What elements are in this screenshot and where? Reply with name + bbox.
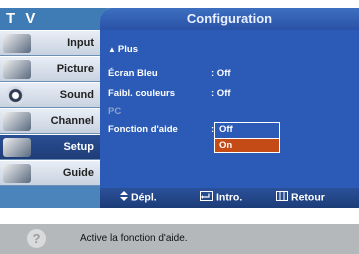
enter-icon: [200, 191, 213, 204]
picture-icon: [3, 60, 31, 79]
sidebar-item-label: Channel: [50, 115, 94, 127]
hint-return-label: Retour: [291, 191, 325, 204]
setting-label: Faibl. couleurs: [108, 88, 176, 99]
hint-move: Dépl.: [120, 191, 157, 204]
setting-label: Écran Bleu: [108, 68, 158, 79]
setup-icon: [3, 138, 31, 157]
tab-configuration[interactable]: Configuration: [100, 8, 359, 30]
setting-fonction-aide[interactable]: Fonction d'aide :: [108, 124, 214, 138]
input-icon: [3, 34, 31, 53]
sidebar-item-label: Picture: [56, 63, 94, 75]
sidebar-item-channel[interactable]: Channel: [0, 108, 100, 134]
hint-enter: Intro.: [200, 191, 242, 204]
setting-label: PC: [108, 106, 122, 117]
up-down-arrow-icon: [120, 191, 128, 204]
dropdown-option-on[interactable]: On: [215, 138, 279, 152]
channel-icon: [3, 112, 31, 131]
sidebar-item-picture[interactable]: Picture: [0, 56, 100, 82]
menu-icon: [276, 191, 288, 204]
help-question-icon: ?: [27, 229, 46, 248]
setting-ecran-bleu[interactable]: Écran Bleu : Off: [108, 68, 231, 82]
hint-enter-label: Intro.: [216, 191, 243, 204]
arrow-up-icon: ▲: [108, 45, 116, 54]
sidebar: Input Picture Sound Channel Setup Guide: [0, 30, 100, 208]
help-function-dropdown[interactable]: Off On: [214, 122, 280, 153]
sidebar-item-input[interactable]: Input: [0, 30, 100, 56]
setting-label: Plus: [117, 44, 138, 55]
setting-value: : Off: [211, 88, 231, 99]
hint-return: Retour: [276, 191, 325, 204]
sidebar-item-label: Guide: [62, 167, 94, 179]
footer-hints: Dépl. Intro. Retour: [100, 188, 359, 208]
dropdown-option-off[interactable]: Off: [215, 123, 279, 137]
sound-icon: [6, 86, 25, 105]
hint-move-label: Dépl.: [131, 191, 157, 204]
sidebar-item-sound[interactable]: Sound: [0, 82, 100, 108]
sidebar-item-label: Input: [67, 37, 94, 49]
tv-osd-menu: T V Configuration Input Picture Sound Ch…: [0, 8, 359, 208]
setting-faibl-couleurs[interactable]: Faibl. couleurs : Off: [108, 88, 231, 102]
setting-pc: PC: [108, 106, 121, 120]
settings-panel: ▲ Plus Écran Bleu : Off Faibl. couleurs :…: [100, 30, 359, 188]
help-bar: ? Active la fonction d'aide.: [0, 224, 359, 254]
sidebar-item-label: Setup: [63, 141, 94, 153]
setting-value: : Off: [211, 68, 231, 79]
help-text: Active la fonction d'aide.: [80, 233, 188, 244]
tv-title: T V: [0, 8, 106, 30]
sidebar-item-setup[interactable]: Setup: [0, 134, 100, 160]
sidebar-item-label: Sound: [59, 89, 94, 101]
setting-label: Fonction d'aide: [108, 124, 178, 135]
sidebar-item-guide[interactable]: Guide: [0, 160, 100, 186]
setting-plus[interactable]: ▲ Plus: [108, 44, 138, 58]
guide-icon: [3, 164, 31, 183]
